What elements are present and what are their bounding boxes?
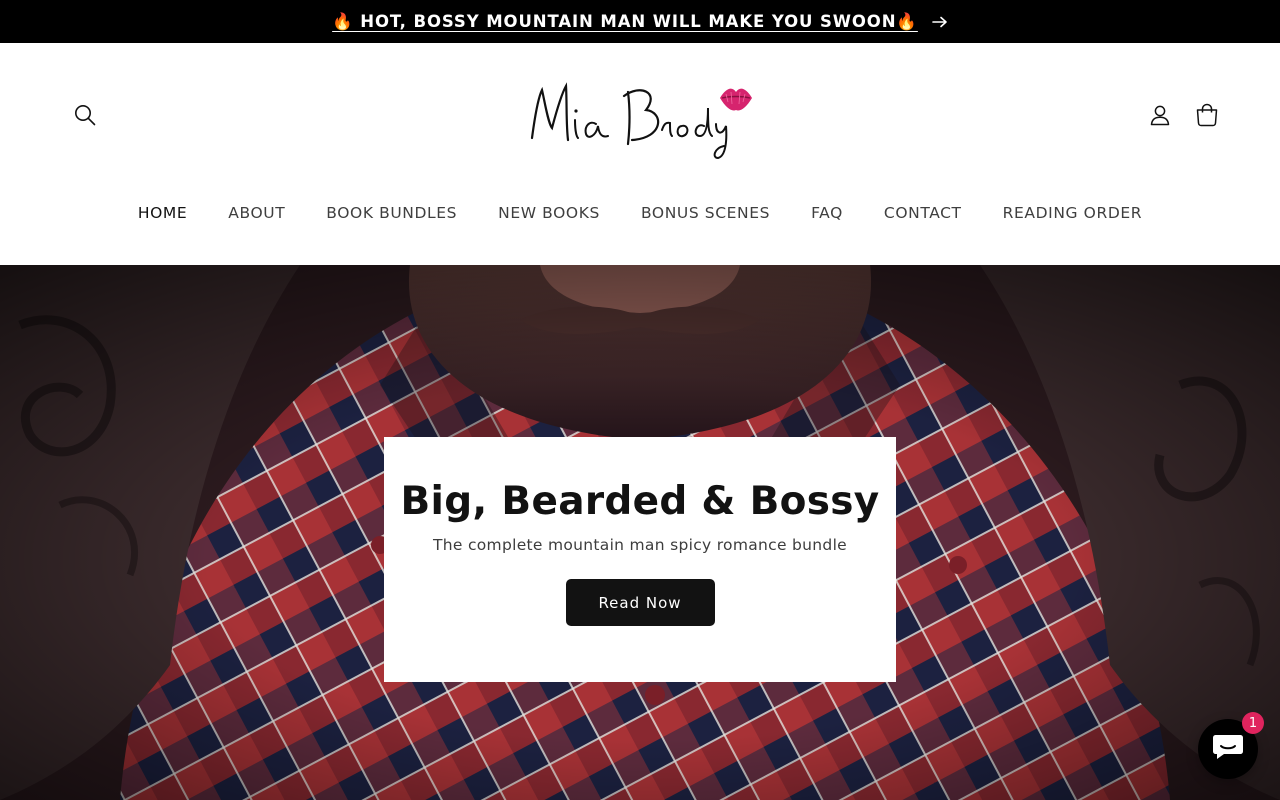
- account-icon: [1149, 104, 1171, 130]
- hero-banner: Big, Bearded & Bossy The complete mounta…: [0, 265, 1280, 800]
- account-button[interactable]: [1138, 95, 1182, 139]
- hero-card: Big, Bearded & Bossy The complete mounta…: [384, 437, 896, 682]
- site-header: HOME ABOUT BOOK BUNDLES NEW BOOKS BONUS …: [0, 43, 1280, 265]
- announcement-text[interactable]: 🔥 HOT, BOSSY MOUNTAIN MAN WILL MAKE YOU …: [332, 12, 918, 32]
- hero-subheading: The complete mountain man spicy romance …: [432, 536, 848, 554]
- cart-icon: [1196, 103, 1218, 131]
- search-button[interactable]: [63, 95, 107, 139]
- search-icon: [74, 104, 96, 130]
- nav-item-new-books[interactable]: NEW BOOKS: [478, 204, 621, 222]
- announcement-link[interactable]: 🔥 HOT, BOSSY MOUNTAIN MAN WILL MAKE YOU …: [332, 12, 948, 32]
- chat-notification-badge: 1: [1242, 712, 1264, 734]
- nav-item-contact[interactable]: CONTACT: [863, 204, 982, 222]
- hero-heading: Big, Bearded & Bossy: [400, 479, 880, 524]
- nav-item-home[interactable]: HOME: [117, 204, 207, 222]
- nav-item-faq[interactable]: FAQ: [791, 204, 864, 222]
- cart-button[interactable]: [1185, 95, 1229, 139]
- nav-item-reading-order[interactable]: READING ORDER: [982, 204, 1162, 222]
- nav-item-about[interactable]: ABOUT: [208, 204, 306, 222]
- nav-item-bonus-scenes[interactable]: BONUS SCENES: [620, 204, 790, 222]
- chat-icon: [1212, 733, 1244, 765]
- logo[interactable]: [520, 68, 760, 163]
- arrow-right-icon: [932, 16, 948, 28]
- main-nav: HOME ABOUT BOOK BUNDLES NEW BOOKS BONUS …: [0, 191, 1280, 235]
- lips-logo-mark: [720, 88, 752, 111]
- nav-item-book-bundles[interactable]: BOOK BUNDLES: [306, 204, 478, 222]
- announcement-bar: 🔥 HOT, BOSSY MOUNTAIN MAN WILL MAKE YOU …: [0, 0, 1280, 43]
- read-now-button[interactable]: Read Now: [565, 579, 715, 626]
